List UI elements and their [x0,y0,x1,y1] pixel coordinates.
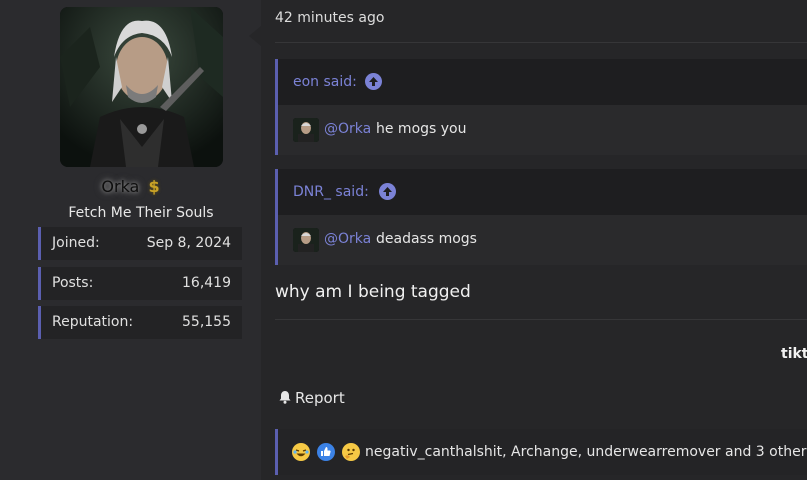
quote-body: @Orka deadass mogs [278,215,807,265]
post-timestamp[interactable]: 42 minutes ago [275,10,384,26]
stat-value: 16,419 [182,275,231,291]
thinking-emoji-icon[interactable] [342,443,360,461]
divider [275,319,807,320]
reaction-names[interactable]: negativ_canthalshit, Archange, underwear… [365,444,807,460]
reactions-bar[interactable]: negativ_canthalshit, Archange, underwear… [275,429,807,475]
stat-posts: Posts: 16,419 [38,267,242,300]
dollar-badge-icon: $ [148,177,160,196]
quote-body: @Orka he mogs you [278,105,807,155]
mini-avatar [293,228,319,252]
stat-label: Joined: [52,235,100,251]
mini-avatar [293,118,319,142]
report-link[interactable]: Report [278,389,345,407]
user-avatar[interactable] [60,7,223,167]
laughing-emoji-icon[interactable] [292,443,310,461]
username-row: Orka $ [0,177,261,196]
thumbs-up-icon[interactable] [317,443,335,461]
report-label: Report [295,389,345,407]
post-pointer [249,26,261,46]
stat-joined: Joined: Sep 8, 2024 [38,227,242,260]
mention-link[interactable]: @Orka [324,121,371,137]
quote-header: DNR_ said: [278,169,807,215]
quote-text: deadass mogs [376,231,477,247]
stat-value: Sep 8, 2024 [146,235,231,251]
stat-reputation: Reputation: 55,155 [38,306,242,339]
avatar-image [60,7,223,167]
quote-block: DNR_ said: @Orka deadass mogs [275,169,807,265]
user-custom-title: Fetch Me Their Souls [68,205,214,221]
mention-link[interactable]: @Orka [324,231,371,247]
quote-text: he mogs you [376,121,467,137]
stat-label: Posts: [52,275,94,291]
username[interactable]: Orka [101,177,139,196]
quote-author[interactable]: DNR_ said: [293,184,369,200]
quote-block: eon said: @Orka he mogs you [275,59,807,155]
jump-to-quote-icon[interactable] [365,73,382,90]
quote-header: eon said: [278,59,807,105]
signature-text: tikt [781,346,807,362]
bell-icon [279,391,291,404]
divider [275,42,807,43]
jump-to-quote-icon[interactable] [379,183,396,200]
stat-value: 55,155 [182,314,231,330]
quote-author[interactable]: eon said: [293,74,357,90]
stat-label: Reputation: [52,314,134,330]
post-body-text: why am I being tagged [275,282,471,302]
